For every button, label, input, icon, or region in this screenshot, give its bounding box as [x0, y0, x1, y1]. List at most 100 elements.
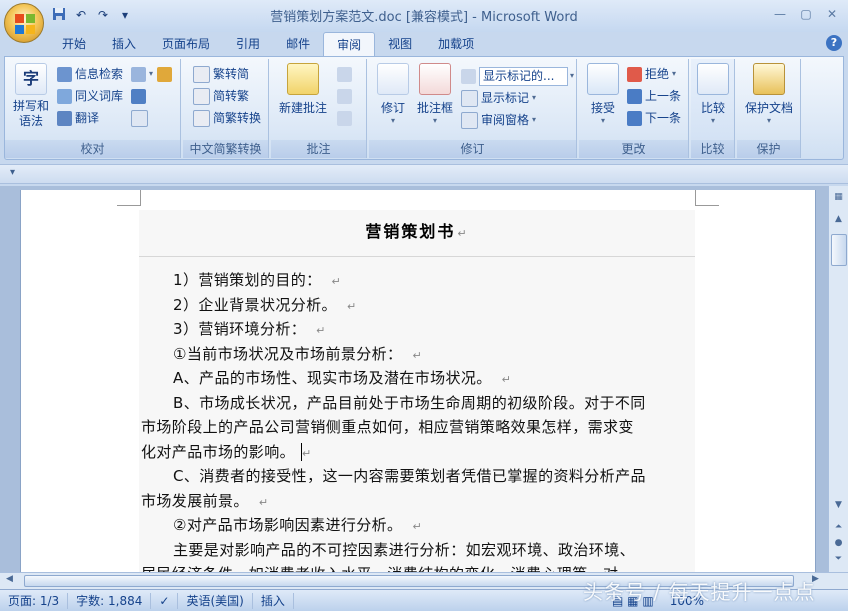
document-paragraph[interactable]: A、产品的市场性、现实市场及潜在市场状况。 ↵ [139, 366, 695, 393]
document-paragraph[interactable]: ②对产品市场影响因素进行分析。 ↵ [139, 513, 695, 540]
display-for-review-select[interactable]: 显示标记的... ▾ [461, 65, 574, 87]
insert-mode[interactable]: 插入 [253, 592, 294, 609]
scroll-thumb[interactable] [831, 234, 847, 266]
reject-button[interactable]: 拒绝 ▾ [627, 63, 681, 85]
page-indicator[interactable]: 页面: 1/3 [0, 592, 69, 609]
document-paragraph[interactable]: ①当前市场状况及市场前景分析： ↵ [139, 342, 695, 369]
tab-mailings[interactable]: 邮件 [273, 32, 323, 56]
thesaurus-button[interactable]: 同义词库 [57, 85, 123, 107]
group-protect-label: 保护 [737, 140, 800, 158]
compare-button[interactable]: 比较 ▾ [695, 63, 731, 125]
group-changes-label: 更改 [579, 140, 688, 158]
document-paragraph[interactable]: 主要是对影响产品的不可控因素进行分析：如宏观环境、政治环境、 [139, 538, 695, 563]
language-button[interactable] [131, 85, 153, 107]
reviewing-pane-icon [461, 111, 478, 129]
translate-tip-button[interactable]: ▾ [131, 63, 153, 85]
track-changes-button[interactable]: 修订 ▾ [375, 63, 411, 125]
quick-access-toolbar: ↶ ↷ ▾ [50, 6, 134, 26]
minimize-button[interactable]: — [768, 4, 792, 24]
delete-comment-button[interactable] [337, 63, 355, 85]
document-paragraph[interactable]: 1）营销策划的目的： ↵ [139, 268, 695, 295]
paragraph-mark: ↵ [316, 324, 326, 337]
group-protect: 保护文档 ▾ 保护 [737, 59, 801, 158]
document-paragraph[interactable]: 居民经济条件，如消费者收入水平、消费结构的变化、消费心理等，对一 [139, 562, 695, 572]
group-compare-label: 比较 [691, 140, 734, 158]
tab-add-ins[interactable]: 加载项 [425, 32, 487, 56]
research-button[interactable]: 信息检索 [57, 63, 123, 85]
close-button[interactable]: ✕ [820, 4, 844, 24]
paragraph-mark: ↵ [258, 495, 269, 509]
new-comment-button[interactable]: 新建批注 [275, 63, 331, 116]
word-count[interactable]: 字数: 1,884 [68, 592, 152, 609]
document-paragraph[interactable]: 3）营销环境分析： ↵ [139, 317, 695, 344]
customize-strip-icon[interactable]: ▾ [10, 167, 15, 178]
scroll-down-icon[interactable]: ▼ [831, 498, 846, 512]
spelling-grammar-button[interactable]: 字 拼写和 语法 [9, 63, 53, 129]
scroll-up-icon[interactable]: ▲ [831, 212, 846, 226]
paragraph-mark: ↵ [501, 373, 512, 386]
reviewing-pane-button[interactable]: 审阅窗格 ▾ [461, 109, 574, 131]
browse-object-icon[interactable]: ● [831, 536, 846, 550]
next-change-icon [627, 110, 642, 126]
previous-page-icon[interactable]: ⏶ [831, 520, 846, 534]
window-controls: — ▢ ✕ [768, 4, 844, 24]
previous-change-button[interactable]: 上一条 [627, 85, 681, 107]
balloons-button[interactable]: 批注框 ▾ [415, 63, 455, 125]
set-language-icon [157, 66, 172, 82]
to-traditional-button[interactable]: 简转繁 [193, 85, 261, 107]
document-paragraph[interactable]: C、消费者的接受性，这一内容需要策划者凭借已掌握的资料分析产品 [139, 464, 695, 489]
thesaurus-icon [57, 88, 72, 104]
paragraph-mark: ↵ [331, 275, 342, 288]
to-traditional-icon [193, 87, 210, 105]
group-comments-label: 批注 [271, 140, 366, 158]
next-change-button[interactable]: 下一条 [627, 107, 681, 129]
next-page-icon[interactable]: ⏷ [831, 552, 846, 566]
chinese-convert-button[interactable]: 简繁转换 [193, 107, 261, 129]
document-body[interactable]: 营销策划书 ↵ 1）营销策划的目的： ↵ 2）企业背景状况分析。 ↵ 3）营销环境分析： ↵… [139, 210, 695, 572]
document-page[interactable]: 营销策划书 ↵ 1）营销策划的目的： ↵ 2）企业背景状况分析。 ↵ 3）营销环境分析： ↵… [20, 190, 816, 572]
redo-icon[interactable]: ↷ [94, 6, 112, 24]
help-icon[interactable]: ? [826, 35, 842, 51]
language-indicator[interactable]: 英语(美国) [178, 592, 253, 609]
protect-document-button[interactable]: 保护文档 ▾ [739, 63, 799, 125]
translate-button[interactable]: 翻译 [57, 107, 123, 129]
proofing-status-icon[interactable]: ✓ [151, 592, 179, 609]
to-simplified-icon [193, 65, 210, 83]
document-paragraph[interactable]: B、市场成长状况，产品目前处于市场生命周期的初级阶段。对于不同 [139, 391, 695, 416]
margin-corner [117, 190, 141, 206]
to-simplified-button[interactable]: 繁转简 [193, 63, 261, 85]
chinese-convert-icon [193, 109, 210, 127]
document-paragraph[interactable]: 2）企业背景状况分析。 ↵ [139, 293, 695, 320]
research-icon [57, 66, 72, 82]
tab-review[interactable]: 审阅 [323, 32, 376, 57]
tab-insert[interactable]: 插入 [99, 32, 149, 56]
next-comment-button[interactable] [337, 107, 355, 129]
previous-comment-button[interactable] [337, 85, 355, 107]
group-comments: 新建批注 批注 [271, 59, 367, 158]
customize-icon[interactable]: ▾ [116, 6, 134, 24]
undo-icon[interactable]: ↶ [72, 6, 90, 24]
document-paragraph[interactable]: 市场发展前景。 ↵ [139, 489, 695, 516]
title-divider [139, 256, 695, 257]
toolbar-strip: ▾ [0, 164, 848, 184]
save-icon[interactable] [50, 6, 68, 24]
tab-view[interactable]: 视图 [375, 32, 425, 56]
office-button[interactable] [4, 3, 44, 43]
accept-icon [587, 63, 619, 95]
ruler-toggle-icon[interactable]: ▦ [831, 190, 846, 204]
scroll-left-icon[interactable]: ◀ [6, 574, 13, 584]
reject-icon [627, 66, 642, 82]
vertical-scrollbar[interactable]: ▦ ▲ ▼ ⏶ ● ⏷ [828, 186, 848, 572]
tab-page-layout[interactable]: 页面布局 [149, 32, 223, 56]
document-paragraph[interactable]: 市场阶段上的产品公司营销侧重点如何，相应营销策略效果怎样，需求变 [139, 415, 695, 440]
track-changes-icon [377, 63, 409, 95]
tab-references[interactable]: 引用 [223, 32, 273, 56]
tab-home[interactable]: 开始 [49, 32, 99, 56]
set-language-button[interactable] [157, 63, 175, 85]
document-paragraph[interactable]: 化对产品市场的影响。 ↵ [139, 440, 695, 467]
accept-button[interactable]: 接受 ▾ [585, 63, 621, 125]
maximize-button[interactable]: ▢ [794, 4, 818, 24]
word-count-button[interactable] [131, 107, 153, 129]
show-markup-button[interactable]: 显示标记 ▾ [461, 87, 574, 109]
new-comment-icon [287, 63, 319, 95]
